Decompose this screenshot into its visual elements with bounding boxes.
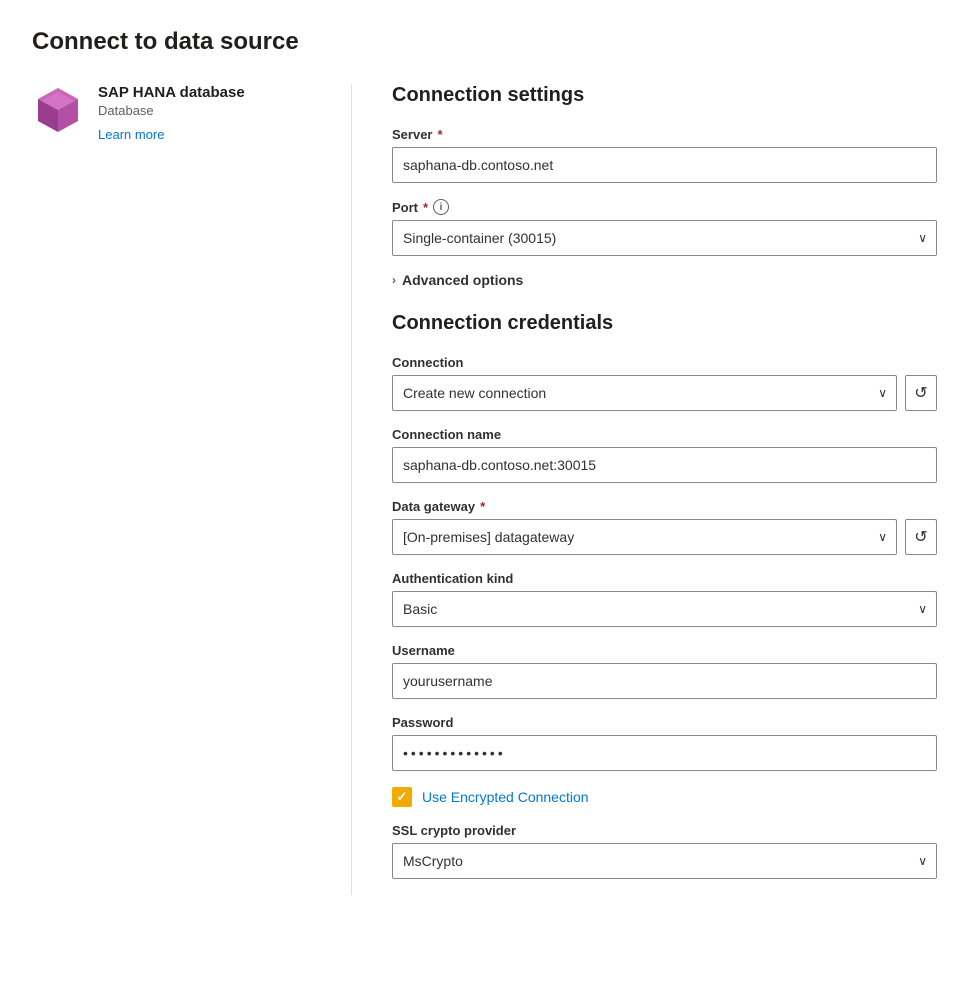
connector-info: SAP HANA database Database Learn more: [32, 84, 319, 142]
connection-credentials-title: Connection credentials: [392, 312, 937, 335]
connection-select[interactable]: Create new connection Use existing conne…: [392, 375, 897, 411]
connector-name: SAP HANA database: [98, 84, 245, 101]
connection-field-group: Connection Create new connection Use exi…: [392, 355, 937, 411]
data-gateway-refresh-icon: ↺: [914, 527, 927, 547]
connector-icon: [32, 84, 84, 139]
password-field-group: Password: [392, 715, 937, 771]
username-input[interactable]: [392, 663, 937, 699]
checkmark-icon: ✓: [397, 789, 408, 805]
advanced-options-toggle[interactable]: › Advanced options: [392, 272, 937, 288]
port-select[interactable]: Single-container (30015) Multiple-contai…: [392, 220, 937, 256]
right-panel: Connection settings Server * Port * i: [352, 84, 937, 895]
port-required-star: *: [423, 200, 428, 215]
password-input[interactable]: [392, 735, 937, 771]
auth-kind-select[interactable]: Basic OAuth Windows: [392, 591, 937, 627]
port-label: Port * i: [392, 199, 937, 215]
page-container: Connect to data source: [0, 0, 969, 923]
server-field-group: Server *: [392, 127, 937, 183]
connector-type: Database: [98, 103, 245, 118]
encrypted-connection-group: ✓ Use Encrypted Connection: [392, 787, 937, 807]
connection-name-label: Connection name: [392, 427, 937, 442]
port-info-icon[interactable]: i: [433, 199, 449, 215]
data-gateway-select[interactable]: [On-premises] datagateway None: [392, 519, 897, 555]
ssl-provider-label: SSL crypto provider: [392, 823, 937, 838]
left-panel: SAP HANA database Database Learn more: [32, 84, 352, 895]
port-field-group: Port * i Single-container (30015) Multip…: [392, 199, 937, 256]
username-field-group: Username: [392, 643, 937, 699]
use-encrypted-label[interactable]: Use Encrypted Connection: [422, 789, 589, 805]
encrypted-connection-row: ✓ Use Encrypted Connection: [392, 787, 937, 807]
connection-select-with-refresh: Create new connection Use existing conne…: [392, 375, 937, 411]
data-gateway-field-group: Data gateway * [On-premises] datagateway…: [392, 499, 937, 555]
connection-settings-title: Connection settings: [392, 84, 937, 107]
ssl-provider-select-wrapper: MsCrypto OpenSSL ∨: [392, 843, 937, 879]
ssl-provider-field-group: SSL crypto provider MsCrypto OpenSSL ∨: [392, 823, 937, 879]
auth-kind-field-group: Authentication kind Basic OAuth Windows …: [392, 571, 937, 627]
ssl-provider-select[interactable]: MsCrypto OpenSSL: [392, 843, 937, 879]
data-gateway-label: Data gateway *: [392, 499, 937, 514]
data-gateway-select-wrapper: [On-premises] datagateway None ∨: [392, 519, 897, 555]
connection-label: Connection: [392, 355, 937, 370]
connection-refresh-button[interactable]: ↺: [905, 375, 937, 411]
server-label: Server *: [392, 127, 937, 142]
connector-text: SAP HANA database Database Learn more: [98, 84, 245, 142]
auth-kind-label: Authentication kind: [392, 571, 937, 586]
connection-name-input[interactable]: [392, 447, 937, 483]
auth-kind-select-wrapper: Basic OAuth Windows ∨: [392, 591, 937, 627]
advanced-options-label: Advanced options: [402, 272, 523, 288]
advanced-options-chevron-icon: ›: [392, 273, 396, 287]
port-select-wrapper: Single-container (30015) Multiple-contai…: [392, 220, 937, 256]
username-label: Username: [392, 643, 937, 658]
use-encrypted-checkbox[interactable]: ✓: [392, 787, 412, 807]
data-gateway-required-star: *: [480, 499, 485, 514]
content-layout: SAP HANA database Database Learn more Co…: [32, 84, 937, 895]
connection-name-field-group: Connection name: [392, 427, 937, 483]
server-input[interactable]: [392, 147, 937, 183]
learn-more-link[interactable]: Learn more: [98, 127, 164, 142]
connection-select-wrapper: Create new connection Use existing conne…: [392, 375, 897, 411]
data-gateway-select-with-refresh: [On-premises] datagateway None ∨ ↺: [392, 519, 937, 555]
server-required-star: *: [437, 127, 442, 142]
password-label: Password: [392, 715, 937, 730]
data-gateway-refresh-button[interactable]: ↺: [905, 519, 937, 555]
page-title: Connect to data source: [32, 28, 937, 56]
connection-refresh-icon: ↺: [914, 383, 927, 403]
